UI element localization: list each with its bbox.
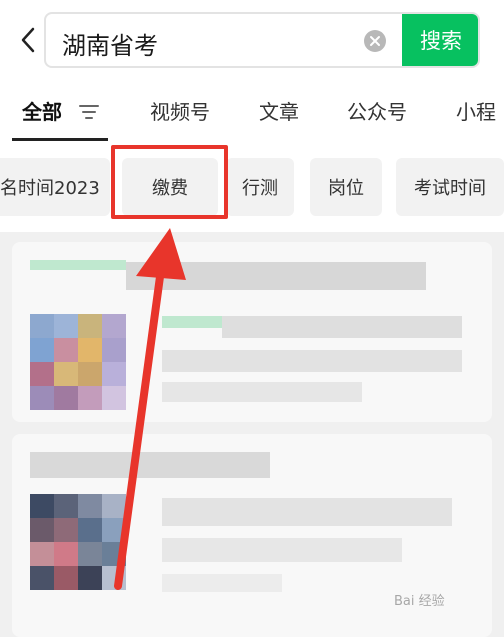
tab-official-accounts[interactable]: 公众号 xyxy=(347,96,407,125)
blurred-snippet xyxy=(162,538,402,562)
filter-icon[interactable] xyxy=(79,104,99,120)
results-list xyxy=(0,232,504,637)
tab-video[interactable]: 视频号 xyxy=(150,96,210,125)
tab-mini-programs[interactable]: 小程 xyxy=(456,96,496,125)
highlight-box xyxy=(111,145,228,219)
back-button[interactable] xyxy=(14,22,42,58)
search-button[interactable]: 搜索 xyxy=(402,14,478,66)
blurred-title xyxy=(30,260,126,270)
result-card[interactable] xyxy=(12,242,492,422)
chip-exam-time[interactable]: 考试时间 xyxy=(396,158,504,216)
blurred-thumbnail xyxy=(30,494,126,590)
tab-bar: 全部 视频号 文章 公众号 小程 xyxy=(0,80,504,142)
blurred-snippet xyxy=(162,574,282,592)
blurred-title xyxy=(126,262,426,290)
blurred-snippet xyxy=(162,498,452,526)
search-input[interactable]: 湖南省考 搜索 xyxy=(44,12,480,68)
clear-icon[interactable] xyxy=(364,30,386,52)
suggestion-chips: 名时间2023 缴费 行测 岗位 考试时间 xyxy=(0,142,504,232)
blurred-snippet xyxy=(222,316,462,338)
chip-positions[interactable]: 岗位 xyxy=(310,158,382,216)
blurred-snippet xyxy=(162,350,462,372)
chip-aptitude-test[interactable]: 行测 xyxy=(226,158,294,216)
search-query: 湖南省考 xyxy=(62,32,158,60)
search-header: 湖南省考 搜索 xyxy=(0,0,504,80)
tab-articles[interactable]: 文章 xyxy=(259,96,299,125)
chip-registration-time[interactable]: 名时间2023 xyxy=(0,158,110,216)
tab-all[interactable]: 全部 xyxy=(22,96,62,125)
blurred-thumbnail xyxy=(30,314,126,410)
active-tab-indicator xyxy=(12,138,108,141)
watermark: Bai 经验 xyxy=(394,594,445,609)
blurred-title xyxy=(30,452,270,478)
chevron-left-icon xyxy=(21,27,35,53)
blurred-snippet xyxy=(162,382,362,402)
blurred-snippet xyxy=(162,316,222,328)
